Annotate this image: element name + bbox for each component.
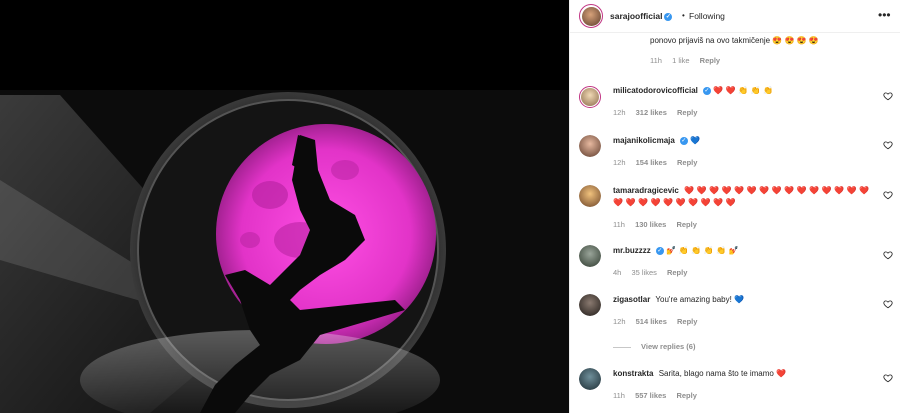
comment-text: tamaradragicevic ❤️ ❤️ ❤️ ❤️ ❤️ ❤️ ❤️ ❤️… <box>613 185 875 209</box>
reply-button[interactable]: Reply <box>677 317 697 326</box>
comment-text: konstrakta Sarita, blago nama što te ima… <box>613 368 875 380</box>
commenter-avatar[interactable] <box>579 294 601 316</box>
reply-button[interactable]: Reply <box>676 220 696 229</box>
post-header: sarajoofficial ✓ • Following ••• <box>570 0 900 33</box>
commenter-username[interactable]: mr.buzzzz <box>613 246 651 255</box>
comment-text: majanikolicmaja ✓ 💙 <box>613 135 875 147</box>
reply-button[interactable]: Reply <box>667 268 687 277</box>
comment-text: zigasotlar You're amazing baby! 💙 <box>613 294 875 306</box>
comment-likes[interactable]: 1 like <box>672 56 690 65</box>
comment-likes[interactable]: 514 likes <box>636 317 667 326</box>
comment-text: ponovo prijaviš na ovo takmičenje 😍 😍 😍 … <box>650 36 819 45</box>
comment-body: 💙 <box>690 136 701 145</box>
comments-list: ponovo prijaviš na ovo takmičenje 😍 😍 😍 … <box>570 33 900 413</box>
reply-button[interactable]: Reply <box>677 108 697 117</box>
comment-meta: 11h 557 likes Reply <box>613 391 705 400</box>
commenter-avatar[interactable] <box>579 135 601 157</box>
commenter-avatar[interactable] <box>579 368 601 390</box>
like-heart-icon[interactable] <box>883 250 893 260</box>
comment-meta: 11h 1 like Reply <box>650 56 728 65</box>
comment-meta: 12h 312 likes Reply <box>613 108 705 117</box>
comment-likes[interactable]: 312 likes <box>636 108 667 117</box>
post-media[interactable] <box>0 0 569 413</box>
comment-time: 11h <box>613 220 625 229</box>
comment-likes[interactable]: 557 likes <box>635 391 666 400</box>
like-heart-icon[interactable] <box>883 91 893 101</box>
reply-button[interactable]: Reply <box>677 158 697 167</box>
verified-badge-icon: ✓ <box>655 246 664 255</box>
comment-meta: 4h 35 likes Reply <box>613 268 695 277</box>
commenter-avatar[interactable] <box>579 185 601 207</box>
commenter-avatar[interactable] <box>579 86 601 108</box>
comment-time: 11h <box>650 56 662 65</box>
commenter-username[interactable]: zigasotlar <box>613 295 650 304</box>
comment-time: 4h <box>613 268 622 277</box>
comment-time: 12h <box>613 158 626 167</box>
comment-body: Sarita, blago nama što te imamo ❤️ <box>658 369 787 378</box>
comment-body: ❤️ ❤️ 👏 👏 👏 <box>713 86 774 95</box>
verified-badge-icon: ✓ <box>679 136 688 145</box>
like-heart-icon[interactable] <box>883 140 893 150</box>
commenter-username[interactable]: konstrakta <box>613 369 653 378</box>
post-image <box>0 0 569 413</box>
comments-panel: sarajoofficial ✓ • Following ••• ponovo p… <box>569 0 900 413</box>
comment-likes[interactable]: 130 likes <box>635 220 666 229</box>
verified-badge-icon: ✓ <box>664 12 673 21</box>
comment-likes[interactable]: 154 likes <box>636 158 667 167</box>
commenter-username[interactable]: milicatodorovicofficial <box>613 86 698 95</box>
author-avatar[interactable] <box>579 4 603 28</box>
comment-text: milicatodorovicofficial ✓ ❤️ ❤️ 👏 👏 👏 <box>613 85 875 97</box>
following-button[interactable]: Following <box>689 11 725 21</box>
reply-button[interactable]: Reply <box>700 56 720 65</box>
comment-text: mr.buzzzz ✓ 💅 👏 👏 👏 👏 💅 <box>613 245 875 257</box>
commenter-username[interactable]: majanikolicmaja <box>613 136 675 145</box>
separator-dot: • <box>682 11 685 20</box>
like-heart-icon[interactable] <box>883 373 893 383</box>
comment-meta: 11h 130 likes Reply <box>613 220 705 229</box>
verified-badge-icon: ✓ <box>702 86 711 95</box>
like-heart-icon[interactable] <box>883 190 893 200</box>
author-username[interactable]: sarajoofficial ✓ <box>610 11 673 21</box>
comment-time: 11h <box>613 391 625 400</box>
comment-meta: 12h 514 likes Reply <box>613 317 705 326</box>
reply-button[interactable]: Reply <box>676 391 696 400</box>
commenter-avatar[interactable] <box>579 245 601 267</box>
comment-time: 12h <box>613 317 626 326</box>
comment-time: 12h <box>613 108 626 117</box>
like-heart-icon[interactable] <box>883 299 893 309</box>
commenter-username[interactable]: tamaradragicevic <box>613 186 679 195</box>
comment-meta: 12h 154 likes Reply <box>613 158 705 167</box>
comment-body: You're amazing baby! 💙 <box>655 295 744 304</box>
comment-body: 💅 👏 👏 👏 👏 💅 <box>666 246 739 255</box>
more-options-icon[interactable]: ••• <box>878 8 891 22</box>
comment-likes[interactable]: 35 likes <box>631 268 656 277</box>
view-replies-button[interactable]: View replies (6) <box>613 342 695 351</box>
